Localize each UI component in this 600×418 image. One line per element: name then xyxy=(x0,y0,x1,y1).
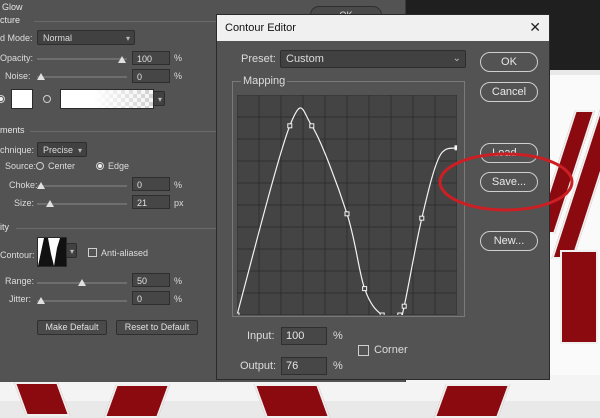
divider xyxy=(34,21,219,22)
dialog-titlebar: Contour Editor ✕ xyxy=(217,15,549,41)
color-radio[interactable] xyxy=(0,95,5,103)
curve-anchor-point[interactable] xyxy=(309,123,315,129)
chevron-down-icon: ▾ xyxy=(77,146,82,155)
choke-slider-thumb[interactable] xyxy=(37,182,45,189)
source-label: Source: xyxy=(5,161,37,171)
divider xyxy=(30,131,219,132)
noise-field[interactable]: 0 xyxy=(132,69,170,83)
contour-curve-graph[interactable] xyxy=(237,95,457,315)
jitter-field[interactable]: 0 xyxy=(132,291,170,305)
input-unit: % xyxy=(333,330,343,342)
jitter-unit: % xyxy=(174,294,183,304)
section-title: Glow xyxy=(2,2,23,12)
gradient-dropdown[interactable]: ▾ xyxy=(153,91,165,106)
jitter-slider[interactable] xyxy=(37,300,127,302)
reset-to-default-button[interactable]: Reset to Default xyxy=(116,320,198,335)
highlight-ellipse xyxy=(438,152,574,212)
range-slider-thumb[interactable] xyxy=(78,279,86,286)
choke-field[interactable]: 0 xyxy=(132,177,170,191)
output-unit: % xyxy=(333,360,343,372)
canvas-stripe xyxy=(253,384,331,418)
source-edge-label: Edge xyxy=(108,161,130,171)
chevron-down-icon: ▾ xyxy=(125,34,130,43)
anti-aliased-checkbox[interactable] xyxy=(88,248,97,257)
mapping-label: Mapping xyxy=(241,75,288,87)
canvas-stripe xyxy=(560,250,598,344)
opacity-label: Opacity: xyxy=(0,53,34,63)
contour-thumbnail[interactable] xyxy=(37,237,67,267)
contour-dropdown[interactable]: ▾ xyxy=(66,243,77,258)
curve-anchor-point[interactable] xyxy=(344,211,350,217)
canvas-stripe xyxy=(103,384,171,418)
preset-select[interactable]: Custom ⌄ xyxy=(280,50,466,68)
output-field[interactable]: 76 xyxy=(281,357,327,375)
gradient-radio[interactable] xyxy=(43,95,51,103)
output-label: Output: xyxy=(240,360,277,372)
preset-label: Preset: xyxy=(241,53,276,65)
anti-aliased-label: Anti-aliased xyxy=(101,248,149,258)
curve-anchor-point[interactable] xyxy=(379,312,385,315)
source-center-label: Center xyxy=(48,161,76,171)
close-icon[interactable]: ✕ xyxy=(529,19,541,36)
preset-value: Custom xyxy=(286,53,324,65)
size-field[interactable]: 21 xyxy=(132,195,170,209)
source-center-radio[interactable] xyxy=(36,162,44,170)
technique-value: Precise xyxy=(43,145,74,155)
curve-anchor-point[interactable] xyxy=(362,286,368,292)
cancel-button[interactable]: Cancel xyxy=(480,82,538,102)
range-unit: % xyxy=(174,276,183,286)
curve-anchor-point[interactable] xyxy=(397,312,403,315)
range-field[interactable]: 50 xyxy=(132,273,170,287)
corner-label: Corner xyxy=(374,344,408,356)
dialog-title: Contour Editor xyxy=(225,22,296,34)
jitter-slider-thumb[interactable] xyxy=(37,297,45,304)
blend-mode-label: d Mode: xyxy=(0,33,33,43)
curve-anchor-point[interactable] xyxy=(419,215,425,221)
noise-unit: % xyxy=(174,71,183,81)
range-label: Range: xyxy=(5,276,35,286)
noise-slider-thumb[interactable] xyxy=(37,73,45,80)
glow-gradient-swatch[interactable] xyxy=(60,89,154,109)
noise-slider[interactable] xyxy=(37,76,127,78)
canvas-stripe xyxy=(433,384,511,418)
choke-unit: % xyxy=(174,180,183,190)
size-unit: px xyxy=(174,198,184,208)
choke-slider[interactable] xyxy=(37,185,127,187)
curve-anchor-point[interactable] xyxy=(237,312,240,315)
opacity-field[interactable]: 100 xyxy=(132,51,170,65)
ok-button[interactable]: OK xyxy=(480,52,538,72)
quality-header: ity xyxy=(0,222,9,232)
input-label: Input: xyxy=(247,330,275,342)
divider xyxy=(16,228,219,229)
contour-thumbnail-shape xyxy=(38,238,66,266)
opacity-slider[interactable] xyxy=(37,58,127,60)
elements-header: ments xyxy=(0,125,25,135)
technique-select[interactable]: Precise ▾ xyxy=(37,142,87,157)
blend-mode-value: Normal xyxy=(43,33,73,43)
chevron-down-icon: ▾ xyxy=(157,95,162,104)
corner-checkbox[interactable] xyxy=(358,345,369,356)
size-slider-thumb[interactable] xyxy=(46,200,54,207)
chevron-down-icon: ▾ xyxy=(69,247,74,256)
technique-label: chnique: xyxy=(0,145,35,155)
glow-color-swatch[interactable] xyxy=(11,89,33,109)
opacity-unit: % xyxy=(174,53,183,63)
source-edge-radio[interactable] xyxy=(96,162,104,170)
choke-label: Choke: xyxy=(9,180,38,190)
opacity-slider-thumb[interactable] xyxy=(118,56,126,63)
curve-anchor-point[interactable] xyxy=(401,303,407,309)
input-field[interactable]: 100 xyxy=(281,327,327,345)
blend-mode-select[interactable]: Normal ▾ xyxy=(37,30,135,45)
size-label: Size: xyxy=(14,198,35,208)
structure-header: cture xyxy=(0,15,21,25)
chevron-down-icon: ⌄ xyxy=(452,53,461,64)
make-default-button[interactable]: Make Default xyxy=(37,320,107,335)
noise-label: Noise: xyxy=(5,71,31,81)
curve-anchor-point[interactable] xyxy=(287,123,293,129)
contour-label: Contour: xyxy=(0,250,35,260)
jitter-label: Jitter: xyxy=(9,294,32,304)
new-button[interactable]: New... xyxy=(480,231,538,251)
